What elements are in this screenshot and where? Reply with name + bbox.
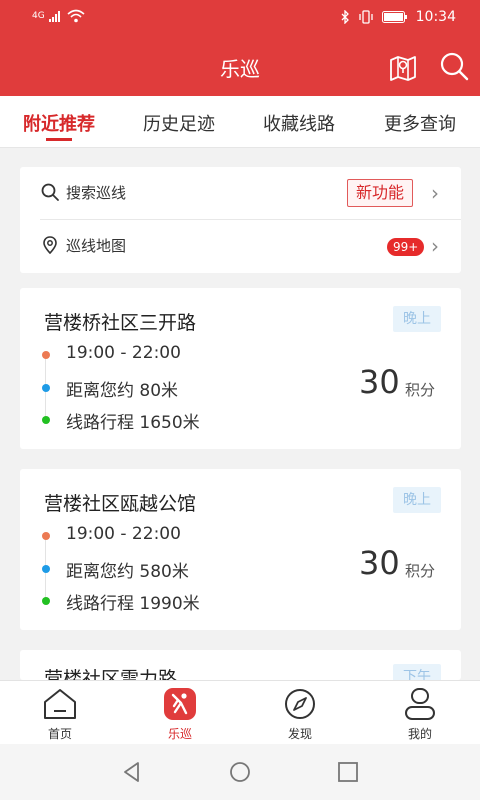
chevron-right-icon: › [431,234,439,258]
nav-discover-label: 发现 [287,727,312,741]
route-card[interactable]: 营楼社区瓯越公馆 晚上 19:00 - 22:00 距离您约 580米 线路行程… [20,469,461,630]
nav-patrol[interactable]: 乐巡 [120,681,240,745]
route-distance: 距离您约 580米 [66,562,189,582]
bottom-navigation: 首页 乐巡 发现 我的 [0,680,480,744]
length-dot [42,597,50,605]
distance-dot [42,384,50,392]
route-time: 19:00 - 22:00 [66,343,181,363]
bluetooth-icon [341,10,349,24]
patrol-map-row[interactable]: 巡线地图 99+ › [20,220,461,272]
home-icon [44,689,76,719]
count-badge: 99+ [387,238,425,256]
location-pin-icon [43,236,57,255]
patrol-icon [164,688,196,720]
home-button-icon[interactable] [228,760,252,784]
clock: 10:34 [415,9,456,25]
compass-icon [285,689,315,719]
tab-bar: 附近推荐 历史足迹 收藏线路 更多查询 [0,96,480,148]
chevron-right-icon: › [431,181,439,205]
distance-dot [42,565,50,573]
patrol-map-label: 巡线地图 [66,237,127,255]
entry-card: 搜索巡线 新功能 › 巡线地图 99+ › [20,167,461,273]
app-bar: 乐巡 [0,36,480,96]
route-time: 19:00 - 22:00 [66,524,181,544]
tab-more[interactable]: 更多查询 [384,110,456,136]
points-unit: 积分 [405,562,436,580]
network-type: 4G [32,11,45,21]
route-length: 线路行程 1990米 [66,594,200,614]
nav-profile-label: 我的 [407,727,432,741]
length-dot [42,416,50,424]
time-dot [42,532,50,540]
search-patrol-label: 搜索巡线 [66,184,127,202]
route-length: 线路行程 1650米 [66,413,200,433]
nav-patrol-label: 乐巡 [167,727,192,741]
nav-discover[interactable]: 发现 [240,681,360,745]
wifi-icon [67,9,85,23]
nav-home-label: 首页 [47,727,72,741]
signal-icon [48,11,60,22]
vibrate-icon [358,10,373,24]
time-period-badge: 下午 [393,664,441,680]
points-value: 30 [359,544,400,582]
route-card[interactable]: 营楼社区雷力路 下午 [20,650,461,680]
tab-active-indicator [46,138,72,141]
time-dot [42,351,50,359]
tab-history[interactable]: 历史足迹 [143,110,215,136]
route-card[interactable]: 营楼桥社区三开路 晚上 19:00 - 22:00 距离您约 80米 线路行程 … [20,288,461,449]
route-distance: 距离您约 80米 [66,381,179,401]
search-icon [41,183,59,201]
system-navigation-bar [0,744,480,800]
new-feature-badge: 新功能 [347,179,414,207]
route-title: 营楼桥社区三开路 [44,312,197,334]
route-title: 营楼社区雷力路 [44,668,178,680]
recents-icon[interactable] [336,760,360,784]
nav-profile[interactable]: 我的 [360,681,480,745]
battery-icon [381,11,407,23]
points-value: 30 [359,363,400,401]
search-patrol-row[interactable]: 搜索巡线 新功能 › [20,167,461,219]
points-unit: 积分 [405,381,436,399]
profile-icon [405,688,435,720]
status-bar: 4G 10:34 [0,0,480,36]
back-icon[interactable] [120,760,144,784]
nav-home[interactable]: 首页 [0,681,120,745]
search-icon[interactable] [438,50,470,82]
time-period-badge: 晚上 [393,306,441,332]
map-icon[interactable] [388,52,418,82]
tab-favorites[interactable]: 收藏线路 [263,110,335,136]
tab-nearby[interactable]: 附近推荐 [23,110,95,136]
route-title: 营楼社区瓯越公馆 [44,493,197,515]
time-period-badge: 晚上 [393,487,441,513]
